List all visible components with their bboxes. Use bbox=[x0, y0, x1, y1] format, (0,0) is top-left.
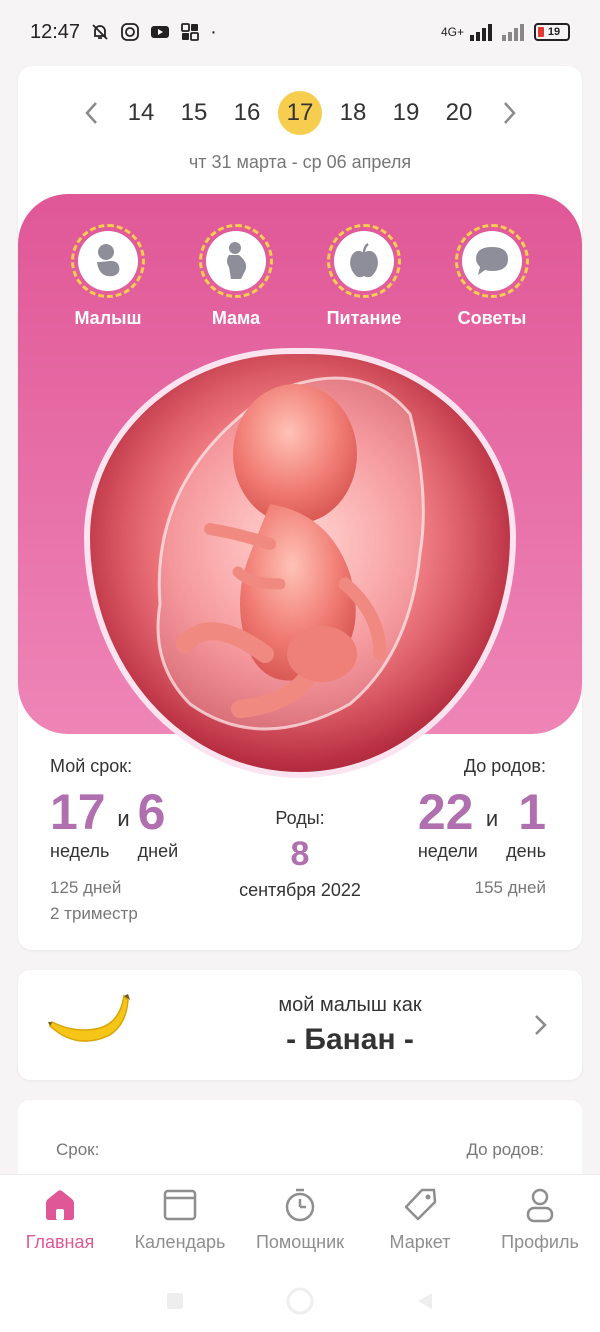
category-mom[interactable]: Мама bbox=[186, 224, 286, 329]
pregnancy-stats: Мой срок: 17 недель и 6 дней 125 дней 2 … bbox=[18, 756, 582, 946]
bell-off-icon bbox=[92, 24, 108, 40]
nav-home[interactable]: Главная bbox=[0, 1187, 120, 1253]
system-navigation-bar bbox=[0, 1270, 600, 1332]
birth-date-block: Роды: 8 сентября 2022 bbox=[220, 808, 380, 901]
back-button[interactable] bbox=[414, 1290, 436, 1312]
youtube-icon bbox=[151, 26, 170, 38]
chevron-right-icon bbox=[535, 1015, 547, 1035]
chat-bubble-icon bbox=[476, 247, 508, 275]
week-19[interactable]: 19 bbox=[384, 91, 428, 135]
week-navigator: 14 15 16 17 18 19 20 bbox=[18, 88, 582, 138]
until-birth-block: До родов: 22 недели и 1 день 155 дней bbox=[418, 756, 546, 898]
fetus-image bbox=[90, 354, 510, 772]
prev-week-button[interactable] bbox=[77, 93, 105, 133]
app-grid-icon bbox=[181, 23, 199, 41]
next-week-button[interactable] bbox=[496, 93, 524, 133]
baby-size-card[interactable]: мой малыш как - Банан - bbox=[18, 970, 582, 1080]
my-term-days: 6 bbox=[137, 784, 166, 840]
week-18[interactable]: 18 bbox=[331, 91, 375, 135]
until-birth-total-days: 155 дней bbox=[474, 878, 546, 897]
week-14[interactable]: 14 bbox=[119, 91, 163, 135]
birth-month-year: сентября 2022 bbox=[239, 880, 361, 900]
until-birth-and: и bbox=[485, 806, 499, 831]
trimester: 2 триместр bbox=[50, 904, 138, 923]
clock: 12:47 bbox=[30, 20, 81, 43]
nav-profile[interactable]: Профиль bbox=[480, 1187, 600, 1253]
baby-size-fruit: - Банан - bbox=[286, 1023, 414, 1056]
until-birth-days: 1 bbox=[518, 784, 546, 840]
baby-size-caption: мой малыш как bbox=[278, 994, 422, 1016]
nav-calendar[interactable]: Календарь bbox=[120, 1187, 240, 1253]
birth-day: 8 bbox=[290, 835, 310, 873]
until-birth-weeks-unit: недели bbox=[417, 841, 478, 861]
my-term-total-days: 125 дней bbox=[50, 878, 122, 897]
category-nutrition[interactable]: Питание bbox=[314, 224, 414, 329]
term-summary-right-label: До родов: bbox=[466, 1140, 544, 1159]
battery-icon: 19 bbox=[534, 23, 570, 41]
my-term-block: Мой срок: 17 недель и 6 дней 125 дней 2 … bbox=[50, 756, 178, 924]
profile-icon bbox=[526, 1188, 554, 1223]
chevron-left-icon bbox=[84, 102, 97, 124]
status-bar: 12:47 · 4G+ 19 bbox=[0, 0, 600, 64]
home-icon bbox=[46, 1190, 74, 1220]
tag-icon bbox=[404, 1188, 437, 1221]
my-term-label: Мой срок: bbox=[50, 756, 133, 776]
instagram-icon bbox=[121, 23, 139, 41]
signal-icon bbox=[470, 24, 492, 41]
home-system-button[interactable] bbox=[286, 1287, 314, 1315]
calendar-icon bbox=[163, 1189, 197, 1221]
bottom-navigation: Главная Календарь Помощник Маркет Профил… bbox=[0, 1174, 600, 1270]
nav-assistant[interactable]: Помощник bbox=[240, 1187, 360, 1253]
network-type: 4G+ bbox=[440, 25, 464, 39]
my-term-and: и bbox=[117, 806, 130, 831]
week-16[interactable]: 16 bbox=[225, 91, 269, 135]
recent-apps-button[interactable] bbox=[164, 1290, 186, 1312]
my-term-days-unit: дней bbox=[137, 841, 179, 861]
pregnancy-card: 14 15 16 17 18 19 20 чт 31 марта - ср 06… bbox=[18, 66, 582, 950]
my-term-weeks: 17 bbox=[50, 784, 106, 840]
nav-market[interactable]: Маркет bbox=[360, 1187, 480, 1253]
until-birth-weeks: 22 bbox=[417, 784, 474, 840]
chevron-right-icon bbox=[503, 102, 516, 124]
date-range: чт 31 марта - ср 06 апреля bbox=[188, 152, 412, 172]
week-20[interactable]: 20 bbox=[437, 91, 481, 135]
more-dot-icon: · bbox=[210, 20, 217, 43]
banana-icon bbox=[48, 994, 130, 1042]
category-baby[interactable]: Малыш bbox=[58, 224, 158, 329]
week-17-selected[interactable]: 17 bbox=[278, 91, 322, 135]
birth-label: Роды: bbox=[275, 808, 325, 828]
pregnant-mother-icon bbox=[227, 242, 247, 279]
category-tips[interactable]: Советы bbox=[442, 224, 542, 329]
baby-icon bbox=[97, 244, 120, 277]
timer-icon bbox=[285, 1188, 315, 1222]
week-15[interactable]: 15 bbox=[172, 91, 216, 135]
until-birth-label: До родов: bbox=[463, 756, 546, 776]
term-summary-left-label: Срок: bbox=[56, 1140, 100, 1159]
my-term-weeks-unit: недель bbox=[50, 841, 110, 861]
signal-icon-2 bbox=[502, 24, 524, 41]
apple-icon bbox=[350, 243, 378, 278]
until-birth-days-unit: день bbox=[506, 841, 546, 861]
